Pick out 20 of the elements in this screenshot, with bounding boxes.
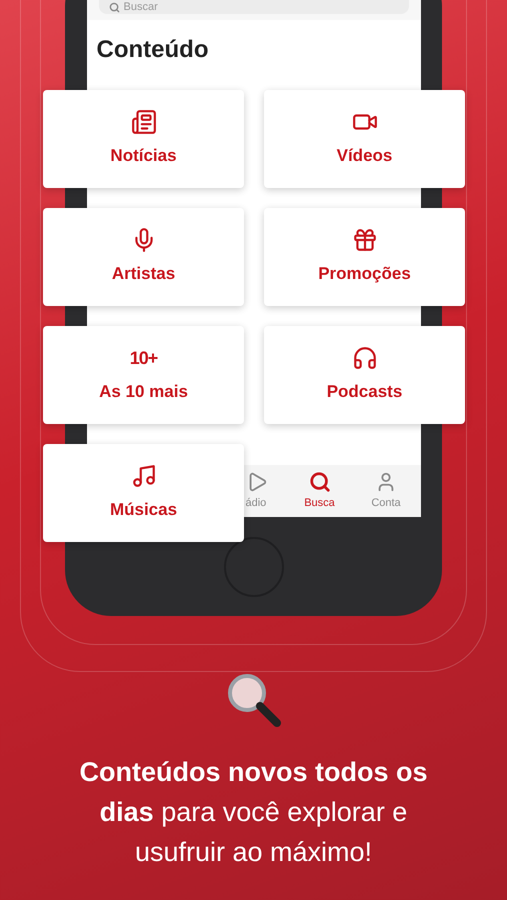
category-card[interactable]: Vídeos (264, 90, 465, 188)
headline: Conteúdos novos todos os dias para você explorar e usufruir ao máximo! (78, 756, 428, 869)
tab-bar-item[interactable]: ádio (244, 465, 288, 517)
screen-title: Conteúdo (96, 35, 210, 65)
category-card[interactable]: Notícias (43, 90, 244, 188)
gift-icon (352, 227, 378, 254)
top-ten-icon: 10+ (130, 345, 158, 372)
headphones-icon (352, 345, 378, 372)
tab-bar-item[interactable]: Busca (288, 465, 352, 517)
tab-bar-item[interactable]: Conta (352, 465, 420, 517)
category-card[interactable]: Podcasts (264, 326, 465, 424)
search-icon (108, 2, 120, 12)
search-icon (308, 470, 330, 493)
newspaper-icon (130, 109, 156, 136)
category-card[interactable]: Músicas (43, 444, 244, 542)
music-note-icon (130, 463, 156, 490)
search-bar[interactable]: Buscar (98, 0, 408, 14)
category-card[interactable]: 10+ As 10 mais (43, 326, 244, 424)
category-card[interactable]: Artistas (43, 208, 244, 306)
category-card[interactable]: Promoções (264, 208, 465, 306)
